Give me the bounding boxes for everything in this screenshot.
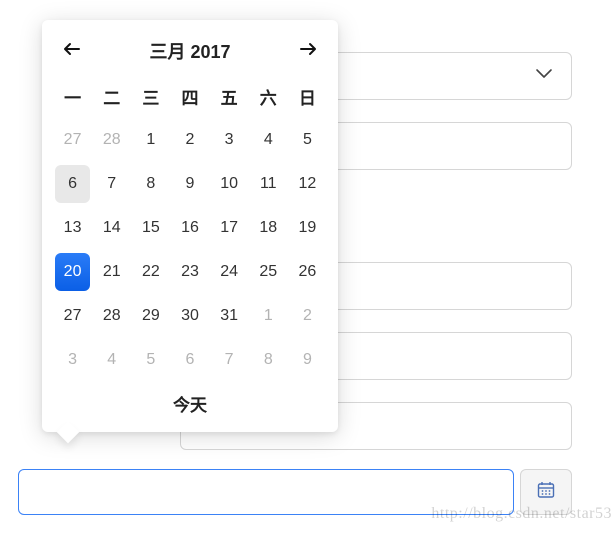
calendar-day[interactable]: 15: [133, 209, 168, 247]
day-of-week-header: 日: [289, 78, 326, 119]
calendar-day[interactable]: 9: [290, 341, 325, 379]
calendar-day[interactable]: 16: [172, 209, 207, 247]
today-button[interactable]: 今天: [54, 381, 326, 422]
calendar-day[interactable]: 12: [290, 165, 325, 203]
calendar-day[interactable]: 3: [55, 341, 90, 379]
calendar-popup: 三月 2017 一二三四五六日 272812345678910111213141…: [42, 20, 338, 432]
day-of-week-header: 三: [132, 78, 169, 119]
calendar-day[interactable]: 1: [251, 297, 286, 335]
calendar-header: 三月 2017: [54, 34, 326, 78]
day-of-week-header: 四: [171, 78, 208, 119]
calendar-title[interactable]: 三月 2017: [149, 38, 230, 64]
calendar-day[interactable]: 13: [55, 209, 90, 247]
watermark: http://blog.csdn.net/star53: [431, 505, 612, 523]
prev-month-button[interactable]: [60, 40, 82, 62]
chevron-down-icon: [535, 67, 553, 85]
calendar-day[interactable]: 6: [172, 341, 207, 379]
calendar-day[interactable]: 8: [133, 165, 168, 203]
calendar-day[interactable]: 7: [94, 165, 129, 203]
calendar-day[interactable]: 6: [55, 165, 90, 203]
calendar-day[interactable]: 28: [94, 297, 129, 335]
calendar-day[interactable]: 18: [251, 209, 286, 247]
calendar-day[interactable]: 26: [290, 253, 325, 291]
calendar-day[interactable]: 29: [133, 297, 168, 335]
calendar-day[interactable]: 2: [290, 297, 325, 335]
day-of-week-header: 六: [250, 78, 287, 119]
calendar-day[interactable]: 24: [212, 253, 247, 291]
calendar-day[interactable]: 14: [94, 209, 129, 247]
calendar-day[interactable]: 30: [172, 297, 207, 335]
calendar-day[interactable]: 21: [94, 253, 129, 291]
calendar-day[interactable]: 27: [55, 297, 90, 335]
calendar-day[interactable]: 11: [251, 165, 286, 203]
day-of-week-header: 二: [93, 78, 130, 119]
calendar-day[interactable]: 3: [212, 121, 247, 159]
calendar-day[interactable]: 31: [212, 297, 247, 335]
calendar-day[interactable]: 5: [290, 121, 325, 159]
calendar-icon: [536, 480, 556, 505]
calendar-day[interactable]: 17: [212, 209, 247, 247]
calendar-day[interactable]: 20: [55, 253, 90, 291]
calendar-day[interactable]: 19: [290, 209, 325, 247]
day-of-week-header: 一: [54, 78, 91, 119]
calendar-day[interactable]: 23: [172, 253, 207, 291]
calendar-day[interactable]: 10: [212, 165, 247, 203]
day-of-week-header: 五: [211, 78, 248, 119]
arrow-right-icon: [300, 42, 318, 61]
calendar-day[interactable]: 5: [133, 341, 168, 379]
next-month-button[interactable]: [298, 40, 320, 62]
calendar-day[interactable]: 25: [251, 253, 286, 291]
calendar-day[interactable]: 22: [133, 253, 168, 291]
calendar-day[interactable]: 2: [172, 121, 207, 159]
calendar-day[interactable]: 1: [133, 121, 168, 159]
arrow-left-icon: [62, 42, 80, 61]
calendar-day[interactable]: 7: [212, 341, 247, 379]
calendar-day[interactable]: 27: [55, 121, 90, 159]
calendar-day[interactable]: 4: [94, 341, 129, 379]
calendar-day[interactable]: 9: [172, 165, 207, 203]
calendar-day[interactable]: 28: [94, 121, 129, 159]
calendar-day[interactable]: 4: [251, 121, 286, 159]
calendar-day[interactable]: 8: [251, 341, 286, 379]
